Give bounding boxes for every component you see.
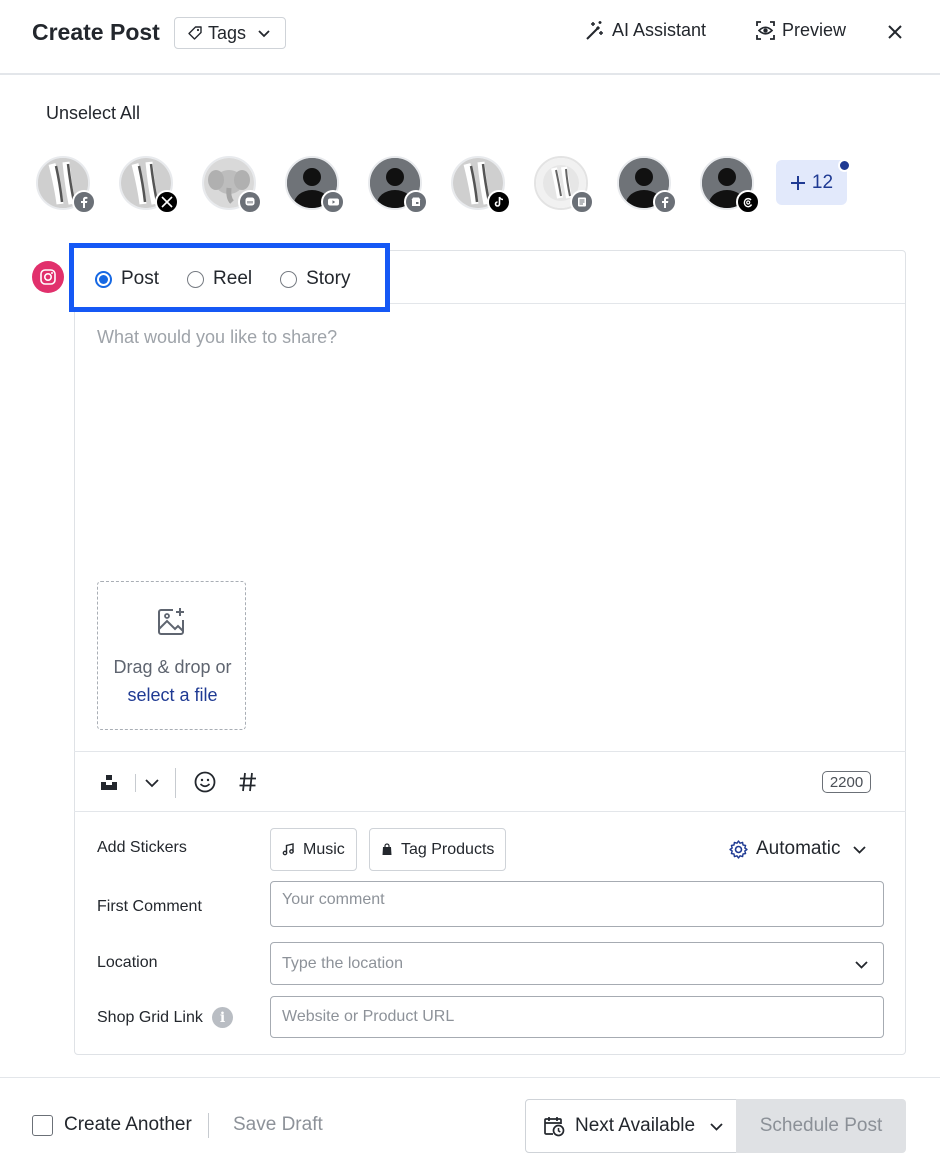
first-comment-placeholder: Your comment [282,891,385,908]
dropzone-text: Drag & drop or select a file [98,653,247,709]
next-available-dropdown[interactable]: Next Available [525,1099,737,1153]
chevron-down-icon [257,26,271,40]
radio-empty-icon [280,270,298,288]
post-text-input[interactable]: What would you like to share? [97,327,337,348]
calendar-clock-icon [543,1115,565,1137]
tag-products-label: Tag Products [401,840,495,858]
add-stickers-label: Add Stickers [97,839,187,856]
post-type-selector: Post Reel Story [95,268,378,290]
shop-grid-link-input[interactable]: Website or Product URL [270,996,884,1038]
mastodon-icon [238,190,262,214]
page-title: Create Post [32,19,160,45]
dropzone-hint: Drag & drop or [113,657,232,677]
instagram-icon [32,261,64,293]
hashtag-icon[interactable] [238,771,258,793]
chevron-down-icon [709,1119,724,1134]
media-dropzone[interactable]: Drag & drop or select a file [97,581,246,730]
character-counter: 2200 [822,771,871,793]
profile-avatar[interactable] [202,156,262,214]
location-dropdown[interactable]: Type the location [270,942,884,985]
x-icon [155,190,179,214]
profile-avatar[interactable] [451,156,511,214]
youtube-icon [321,190,345,214]
profile-avatar[interactable] [700,156,760,214]
profile-avatar[interactable] [534,156,594,214]
footer-divider [208,1113,209,1138]
chevron-down-icon[interactable] [144,775,160,791]
music-button[interactable]: Music [270,828,357,871]
tag-icon [187,25,203,41]
more-profiles-button[interactable]: 12 [776,160,847,205]
automatic-dropdown[interactable]: Automatic [729,838,867,860]
preview-eye-icon [755,20,776,41]
profile-avatar[interactable] [368,156,428,214]
profile-avatar[interactable] [285,156,345,214]
tags-label: Tags [208,22,247,43]
profile-avatar[interactable] [617,156,677,214]
music-note-icon [282,843,295,856]
create-another-label[interactable]: Create Another [64,1114,192,1136]
more-profiles-count: 12 [811,171,834,193]
post-type-label: Post [121,268,160,289]
notification-dot [838,159,851,172]
magic-wand-icon [585,20,606,41]
google-business-icon [404,190,428,214]
create-another-checkbox[interactable] [32,1115,53,1136]
close-icon[interactable] [885,22,905,42]
post-type-post-radio[interactable]: Post [95,268,159,290]
chevron-down-icon [852,842,867,857]
shop-grid-link-placeholder: Website or Product URL [282,1008,455,1025]
ai-assistant-button[interactable]: AI Assistant [585,20,706,41]
tag-products-button[interactable]: Tag Products [369,828,507,871]
gear-icon [729,839,748,859]
location-placeholder: Type the location [282,954,403,972]
shop-grid-link-label: Shop Grid Link [97,1009,203,1026]
facebook-icon [653,190,677,214]
tags-dropdown[interactable]: Tags [174,17,286,49]
emoji-icon[interactable] [194,771,216,793]
shopping-bag-icon [381,843,393,856]
header-bar: Create Post Tags AI Assistant Preview [0,0,940,75]
ai-assistant-label: AI Assistant [612,20,707,40]
location-label: Location [97,954,158,971]
post-type-story-radio[interactable]: Story [280,268,350,290]
unselect-all-button[interactable]: Unselect All [46,103,140,124]
radio-selected-icon [95,270,112,288]
preview-button[interactable]: Preview [755,20,846,41]
facebook-icon [72,190,96,214]
add-image-icon [156,607,186,637]
schedule-post-button[interactable]: Schedule Post [736,1099,906,1153]
save-draft-button[interactable]: Save Draft [233,1114,323,1136]
chevron-down-icon [854,957,869,972]
toolbar-divider [175,768,176,798]
tiktok-icon [487,190,511,214]
first-comment-label: First Comment [97,898,202,915]
post-type-reel-radio[interactable]: Reel [187,268,252,290]
radio-empty-icon [187,270,205,288]
threads-icon [736,190,760,214]
first-comment-input[interactable]: Your comment [270,881,884,927]
preview-label: Preview [782,20,847,40]
profile-avatar[interactable] [119,156,179,214]
post-type-label: Reel [213,268,253,289]
post-type-label: Story [306,268,351,289]
toolbar-divider [135,774,136,792]
automatic-label: Automatic [756,838,841,859]
unsplash-icon[interactable] [100,773,118,791]
plus-icon [790,175,806,191]
info-icon[interactable]: i [212,1007,233,1028]
select-file-link[interactable]: select a file [98,681,247,709]
music-label: Music [303,840,345,858]
profile-avatar[interactable] [36,156,96,214]
next-available-label: Next Available [575,1115,696,1136]
editor-toolbar: 2200 [74,751,906,812]
startpage-icon [570,190,594,214]
